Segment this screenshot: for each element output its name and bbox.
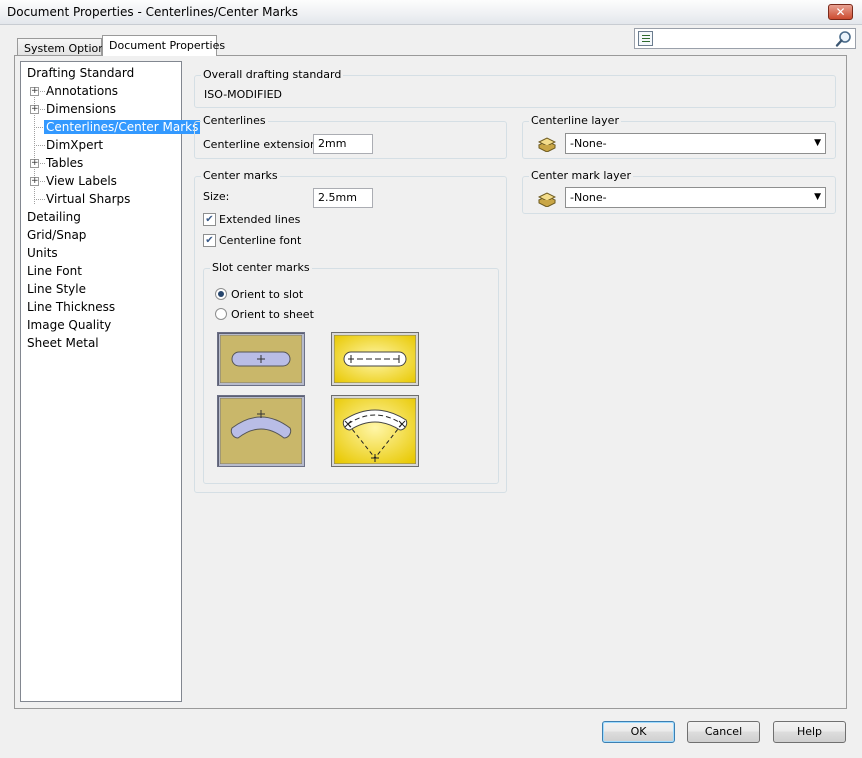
tree-item-label: Tables <box>46 156 84 170</box>
search-box[interactable] <box>634 28 856 49</box>
tree-item-line-font[interactable]: Line Font <box>25 262 84 280</box>
center-mark-size-input[interactable]: 2.5mm <box>313 188 373 208</box>
tree-item-label: Image Quality <box>27 318 112 332</box>
tree-item-sheet-metal[interactable]: Sheet Metal <box>25 334 101 352</box>
tree-item-label: Line Thickness <box>27 300 116 314</box>
tree-item-grid-snap[interactable]: Grid/Snap <box>25 226 88 244</box>
slot-center-marks-title: Slot center marks <box>210 261 312 274</box>
layers-icon <box>538 137 556 152</box>
extended-lines-label: Extended lines <box>219 213 301 226</box>
window-title: Document Properties - Centerlines/Center… <box>7 5 298 19</box>
help-button[interactable]: Help <box>773 721 846 743</box>
tree-item-label: Line Font <box>27 264 82 278</box>
options-tree[interactable]: Drafting Standard + Annotations + Dimens… <box>20 61 201 702</box>
arc-slot-center-icon <box>334 398 416 464</box>
chevron-down-icon: ▼ <box>814 138 821 148</box>
arc-slot-icon <box>220 398 302 464</box>
tab-system-options-label: System Options <box>24 42 111 55</box>
centerline-font-label: Centerline font <box>219 234 302 247</box>
extended-lines-checkbox[interactable]: ✔ <box>203 213 216 226</box>
tree-item-dimensions[interactable]: Dimensions <box>44 100 118 118</box>
expand-icon[interactable]: + <box>30 87 39 96</box>
layers-icon <box>538 192 556 207</box>
tree-item-label: View Labels <box>46 174 117 188</box>
tree-item-label: Centerlines/Center Marks <box>44 120 201 134</box>
cancel-button[interactable]: Cancel <box>687 721 760 743</box>
tab-document-properties-label: Document Properties <box>109 39 226 52</box>
center-mark-layer-title: Center mark layer <box>529 169 633 182</box>
tree-item-line-style[interactable]: Line Style <box>25 280 88 298</box>
close-button[interactable]: ✕ <box>828 4 853 20</box>
title-bar: Document Properties - Centerlines/Center… <box>0 0 862 25</box>
tree-item-dimxpert[interactable]: DimXpert <box>44 136 105 154</box>
centerlines-title: Centerlines <box>201 114 268 127</box>
center-marks-title: Center marks <box>201 169 280 182</box>
centerline-extension-input[interactable]: 2mm <box>313 134 373 154</box>
tree-item-line-thickness[interactable]: Line Thickness <box>25 298 117 316</box>
straight-slot-extended-icon <box>334 335 416 383</box>
tree-item-label: DimXpert <box>46 138 104 152</box>
tree-item-label: Grid/Snap <box>27 228 87 242</box>
tree-item-drafting-standard[interactable]: Drafting Standard <box>25 64 136 82</box>
arc-slot-orient-to-sheet-button[interactable] <box>331 395 419 467</box>
search-input[interactable] <box>657 30 833 47</box>
orient-to-sheet-radio[interactable] <box>215 308 227 320</box>
drafting-standard-group: Overall drafting standard ISO-MODIFIED <box>194 68 836 108</box>
close-icon: ✕ <box>835 5 846 19</box>
slot-center-marks-group: Slot center marks Orient to slot Orient … <box>203 261 499 484</box>
straight-slot-icon <box>220 335 302 383</box>
center-marks-group: Center marks Size: 2.5mm ✔ Extended line… <box>194 169 507 493</box>
expand-icon[interactable]: + <box>30 105 39 114</box>
tree-item-detailing[interactable]: Detailing <box>25 208 83 226</box>
tree-item-label: Annotations <box>46 84 119 98</box>
tree-item-label: Drafting Standard <box>27 66 135 80</box>
tree-item-centerlines-center-marks[interactable]: Centerlines/Center Marks <box>44 118 201 136</box>
center-mark-size-label: Size: <box>203 190 230 203</box>
straight-slot-orient-to-sheet-button[interactable] <box>331 332 419 386</box>
center-mark-layer-value: -None- <box>570 191 607 204</box>
centerlines-group: Centerlines Centerline extension: 2mm <box>194 114 507 159</box>
tree-item-annotations[interactable]: Annotations <box>44 82 120 100</box>
center-mark-layer-select[interactable]: -None- ▼ <box>565 187 826 208</box>
orient-to-sheet-label: Orient to sheet <box>231 308 314 321</box>
arc-slot-orient-to-slot-button[interactable] <box>217 395 305 467</box>
centerline-extension-label: Centerline extension: <box>203 138 321 151</box>
centerline-font-checkbox[interactable]: ✔ <box>203 234 216 247</box>
tree-item-units[interactable]: Units <box>25 244 60 262</box>
chevron-down-icon: ▼ <box>814 192 821 202</box>
centerline-layer-select[interactable]: -None- ▼ <box>565 133 826 154</box>
tree-item-tables[interactable]: Tables <box>44 154 85 172</box>
tree-item-label: Line Style <box>27 282 86 296</box>
orient-to-slot-radio[interactable] <box>215 288 227 300</box>
tree-item-label: Sheet Metal <box>27 336 99 350</box>
tree-item-label: Virtual Sharps <box>46 192 131 206</box>
tree-item-label: Dimensions <box>46 102 117 116</box>
straight-slot-orient-to-slot-button[interactable] <box>217 332 305 386</box>
list-options-icon[interactable] <box>638 31 653 46</box>
centerline-layer-title: Centerline layer <box>529 114 621 127</box>
ok-button[interactable]: OK <box>602 721 675 743</box>
drafting-standard-value: ISO-MODIFIED <box>204 88 283 101</box>
expand-icon[interactable]: + <box>30 177 39 186</box>
tree-item-label: Detailing <box>27 210 81 224</box>
tab-system-options[interactable]: System Options <box>17 38 111 55</box>
centerline-layer-group: Centerline layer -None- ▼ <box>522 114 836 159</box>
drafting-standard-title: Overall drafting standard <box>201 68 344 81</box>
orient-to-slot-label: Orient to slot <box>231 288 304 301</box>
tree-item-virtual-sharps[interactable]: Virtual Sharps <box>44 190 132 208</box>
tree-item-view-labels[interactable]: View Labels <box>44 172 119 190</box>
center-mark-layer-group: Center mark layer -None- ▼ <box>522 169 836 214</box>
tree-item-label: Units <box>27 246 58 260</box>
tree-item-image-quality[interactable]: Image Quality <box>25 316 113 334</box>
search-icon[interactable] <box>834 30 854 48</box>
expand-icon[interactable]: + <box>30 159 39 168</box>
tab-document-properties[interactable]: Document Properties <box>102 35 225 56</box>
centerline-layer-value: -None- <box>570 137 607 150</box>
